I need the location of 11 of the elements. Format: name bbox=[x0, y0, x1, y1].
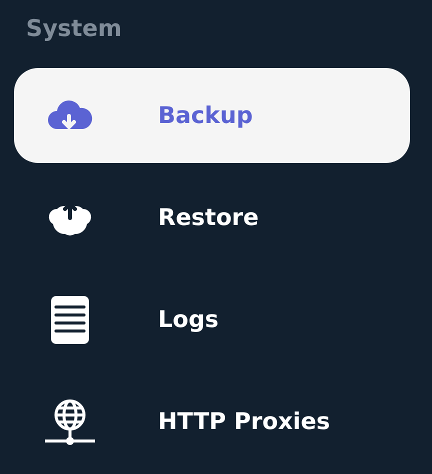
sidebar-item[interactable]: Restore bbox=[14, 170, 410, 265]
sidebar-item[interactable]: Backup bbox=[14, 68, 410, 163]
sidebar-item[interactable]: HTTP Proxies bbox=[14, 374, 410, 469]
item-label: Restore bbox=[158, 204, 259, 230]
item-label: Logs bbox=[158, 306, 219, 332]
sidebar-item[interactable]: Logs bbox=[14, 272, 410, 367]
item-label: HTTP Proxies bbox=[158, 408, 330, 434]
item-label: Backup bbox=[158, 102, 253, 128]
network-globe-icon bbox=[45, 398, 95, 446]
document-icon bbox=[51, 296, 89, 344]
section-title: System bbox=[25, 16, 123, 42]
